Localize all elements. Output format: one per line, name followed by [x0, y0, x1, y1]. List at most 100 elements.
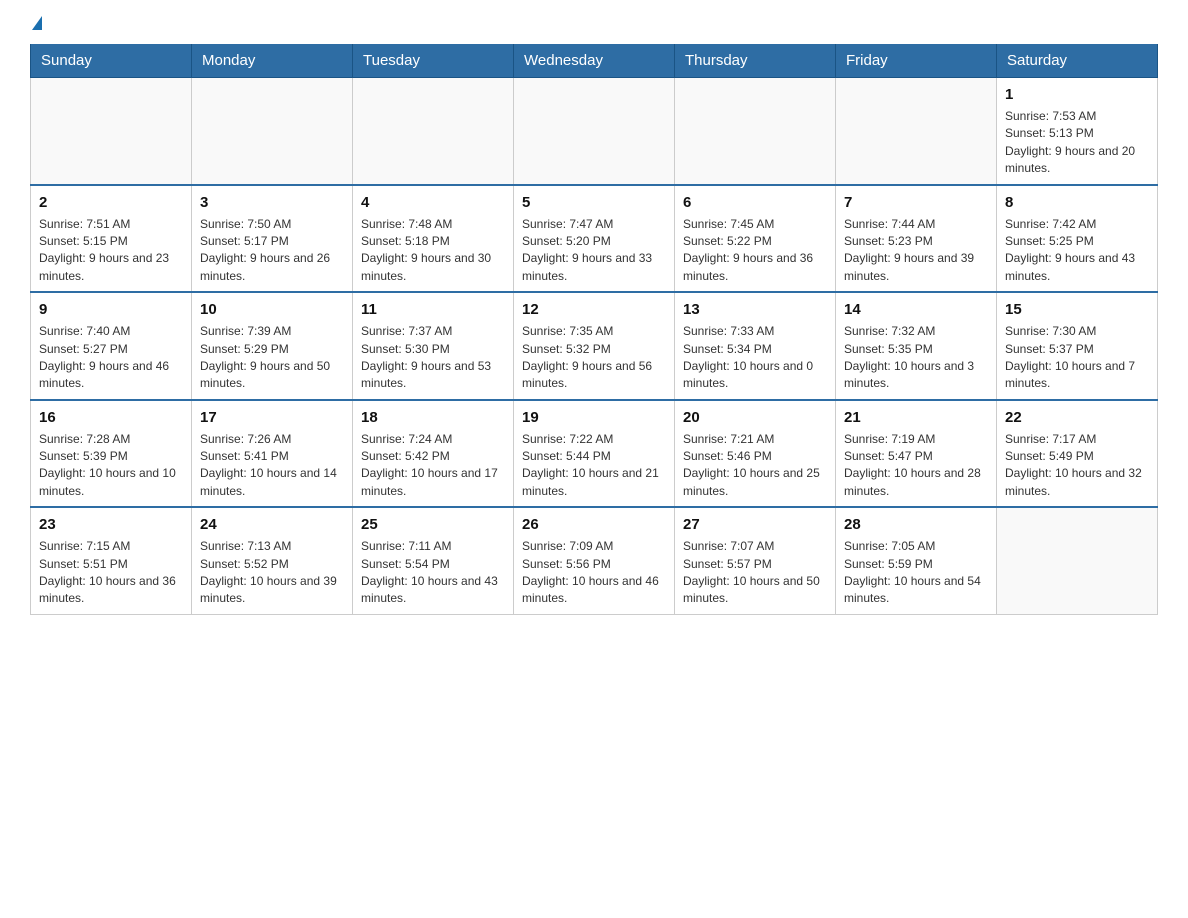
day-number: 10 [200, 299, 344, 320]
day-number: 28 [844, 514, 988, 535]
day-number: 18 [361, 407, 505, 428]
calendar-day-cell: 15 Sunrise: 7:30 AMSunset: 5:37 PMDayligh… [997, 292, 1158, 400]
day-info: Sunrise: 7:05 AMSunset: 5:59 PMDaylight:… [844, 538, 988, 608]
day-number: 3 [200, 192, 344, 213]
logo [30, 20, 42, 34]
day-number: 17 [200, 407, 344, 428]
calendar-day-cell: 22 Sunrise: 7:17 AMSunset: 5:49 PMDayligh… [997, 400, 1158, 508]
day-info: Sunrise: 7:19 AMSunset: 5:47 PMDaylight:… [844, 431, 988, 501]
day-number: 6 [683, 192, 827, 213]
day-info: Sunrise: 7:28 AMSunset: 5:39 PMDaylight:… [39, 431, 183, 501]
logo-triangle-icon [32, 16, 42, 30]
day-info: Sunrise: 7:07 AMSunset: 5:57 PMDaylight:… [683, 538, 827, 608]
day-info: Sunrise: 7:45 AMSunset: 5:22 PMDaylight:… [683, 216, 827, 286]
day-info: Sunrise: 7:40 AMSunset: 5:27 PMDaylight:… [39, 323, 183, 393]
day-number: 14 [844, 299, 988, 320]
day-number: 12 [522, 299, 666, 320]
calendar-day-cell: 13 Sunrise: 7:33 AMSunset: 5:34 PMDayligh… [675, 292, 836, 400]
day-number: 22 [1005, 407, 1149, 428]
day-info: Sunrise: 7:32 AMSunset: 5:35 PMDaylight:… [844, 323, 988, 393]
day-info: Sunrise: 7:35 AMSunset: 5:32 PMDaylight:… [522, 323, 666, 393]
day-of-week-header: Sunday [31, 44, 192, 78]
calendar-day-cell: 4 Sunrise: 7:48 AMSunset: 5:18 PMDaylight… [353, 185, 514, 293]
day-number: 9 [39, 299, 183, 320]
day-info: Sunrise: 7:53 AMSunset: 5:13 PMDaylight:… [1005, 108, 1149, 178]
day-number: 2 [39, 192, 183, 213]
day-info: Sunrise: 7:44 AMSunset: 5:23 PMDaylight:… [844, 216, 988, 286]
calendar-day-cell: 25Sunrise: 7:11 AMSunset: 5:54 PMDayligh… [353, 507, 514, 614]
calendar-day-cell [836, 78, 997, 185]
calendar-day-cell: 6 Sunrise: 7:45 AMSunset: 5:22 PMDaylight… [675, 185, 836, 293]
calendar-week-row: 16 Sunrise: 7:28 AMSunset: 5:39 PMDayligh… [31, 400, 1158, 508]
calendar-week-row: 1 Sunrise: 7:53 AMSunset: 5:13 PMDaylight… [31, 78, 1158, 185]
day-number: 16 [39, 407, 183, 428]
calendar-day-cell: 1 Sunrise: 7:53 AMSunset: 5:13 PMDaylight… [997, 78, 1158, 185]
day-number: 11 [361, 299, 505, 320]
day-number: 8 [1005, 192, 1149, 213]
calendar-day-cell: 9 Sunrise: 7:40 AMSunset: 5:27 PMDaylight… [31, 292, 192, 400]
calendar-day-cell: 10 Sunrise: 7:39 AMSunset: 5:29 PMDayligh… [192, 292, 353, 400]
day-info: Sunrise: 7:22 AMSunset: 5:44 PMDaylight:… [522, 431, 666, 501]
day-number: 27 [683, 514, 827, 535]
day-info: Sunrise: 7:26 AMSunset: 5:41 PMDaylight:… [200, 431, 344, 501]
day-number: 13 [683, 299, 827, 320]
day-number: 5 [522, 192, 666, 213]
calendar-day-cell: 5 Sunrise: 7:47 AMSunset: 5:20 PMDaylight… [514, 185, 675, 293]
day-info: Sunrise: 7:33 AMSunset: 5:34 PMDaylight:… [683, 323, 827, 393]
day-info: Sunrise: 7:15 AMSunset: 5:51 PMDaylight:… [39, 538, 183, 608]
day-number: 23 [39, 514, 183, 535]
calendar-day-cell: 23 Sunrise: 7:15 AMSunset: 5:51 PMDayligh… [31, 507, 192, 614]
day-info: Sunrise: 7:30 AMSunset: 5:37 PMDaylight:… [1005, 323, 1149, 393]
calendar-day-cell: 12 Sunrise: 7:35 AMSunset: 5:32 PMDayligh… [514, 292, 675, 400]
day-info: Sunrise: 7:42 AMSunset: 5:25 PMDaylight:… [1005, 216, 1149, 286]
day-number: 7 [844, 192, 988, 213]
day-info: Sunrise: 7:13 AMSunset: 5:52 PMDaylight:… [200, 538, 344, 608]
calendar-day-cell: 17 Sunrise: 7:26 AMSunset: 5:41 PMDayligh… [192, 400, 353, 508]
calendar-day-cell [192, 78, 353, 185]
day-info: Sunrise: 7:50 AMSunset: 5:17 PMDaylight:… [200, 216, 344, 286]
calendar-day-cell: 3 Sunrise: 7:50 AMSunset: 5:17 PMDaylight… [192, 185, 353, 293]
day-number: 21 [844, 407, 988, 428]
calendar-day-cell: 11 Sunrise: 7:37 AMSunset: 5:30 PMDayligh… [353, 292, 514, 400]
day-of-week-header: Monday [192, 44, 353, 78]
day-number: 1 [1005, 84, 1149, 105]
calendar-day-cell: 24 Sunrise: 7:13 AMSunset: 5:52 PMDayligh… [192, 507, 353, 614]
day-number: 20 [683, 407, 827, 428]
calendar-day-cell: 21 Sunrise: 7:19 AMSunset: 5:47 PMDayligh… [836, 400, 997, 508]
calendar-day-cell: 18 Sunrise: 7:24 AMSunset: 5:42 PMDayligh… [353, 400, 514, 508]
calendar-day-cell [997, 507, 1158, 614]
day-number: 4 [361, 192, 505, 213]
day-of-week-header: Saturday [997, 44, 1158, 78]
calendar-day-cell: 26 Sunrise: 7:09 AMSunset: 5:56 PMDayligh… [514, 507, 675, 614]
calendar-week-row: 9 Sunrise: 7:40 AMSunset: 5:27 PMDaylight… [31, 292, 1158, 400]
day-info: Sunrise: 7:51 AMSunset: 5:15 PMDaylight:… [39, 216, 183, 286]
day-info: Sunrise: 7:37 AMSunset: 5:30 PMDaylight:… [361, 323, 505, 393]
calendar-day-cell: 20 Sunrise: 7:21 AMSunset: 5:46 PMDayligh… [675, 400, 836, 508]
day-number: 24 [200, 514, 344, 535]
calendar-day-cell: 27 Sunrise: 7:07 AMSunset: 5:57 PMDayligh… [675, 507, 836, 614]
day-number: 26 [522, 514, 666, 535]
calendar-day-cell: 16 Sunrise: 7:28 AMSunset: 5:39 PMDayligh… [31, 400, 192, 508]
day-info: Sunrise: 7:48 AMSunset: 5:18 PMDaylight:… [361, 216, 505, 286]
day-number: 15 [1005, 299, 1149, 320]
calendar-day-cell: 14 Sunrise: 7:32 AMSunset: 5:35 PMDayligh… [836, 292, 997, 400]
calendar-day-cell: 7 Sunrise: 7:44 AMSunset: 5:23 PMDaylight… [836, 185, 997, 293]
calendar-table: SundayMondayTuesdayWednesdayThursdayFrid… [30, 44, 1158, 615]
calendar-day-cell [353, 78, 514, 185]
day-of-week-header: Friday [836, 44, 997, 78]
calendar-day-cell [31, 78, 192, 185]
calendar-day-cell [514, 78, 675, 185]
day-of-week-header: Wednesday [514, 44, 675, 78]
day-info: Sunrise: 7:11 AMSunset: 5:54 PMDaylight:… [361, 538, 505, 608]
day-info: Sunrise: 7:24 AMSunset: 5:42 PMDaylight:… [361, 431, 505, 501]
day-info: Sunrise: 7:09 AMSunset: 5:56 PMDaylight:… [522, 538, 666, 608]
calendar-week-row: 2 Sunrise: 7:51 AMSunset: 5:15 PMDaylight… [31, 185, 1158, 293]
day-number: 19 [522, 407, 666, 428]
day-of-week-header: Thursday [675, 44, 836, 78]
calendar-week-row: 23 Sunrise: 7:15 AMSunset: 5:51 PMDayligh… [31, 507, 1158, 614]
day-info: Sunrise: 7:39 AMSunset: 5:29 PMDaylight:… [200, 323, 344, 393]
day-info: Sunrise: 7:21 AMSunset: 5:46 PMDaylight:… [683, 431, 827, 501]
day-info: Sunrise: 7:47 AMSunset: 5:20 PMDaylight:… [522, 216, 666, 286]
day-info: Sunrise: 7:17 AMSunset: 5:49 PMDaylight:… [1005, 431, 1149, 501]
page-header [30, 20, 1158, 34]
